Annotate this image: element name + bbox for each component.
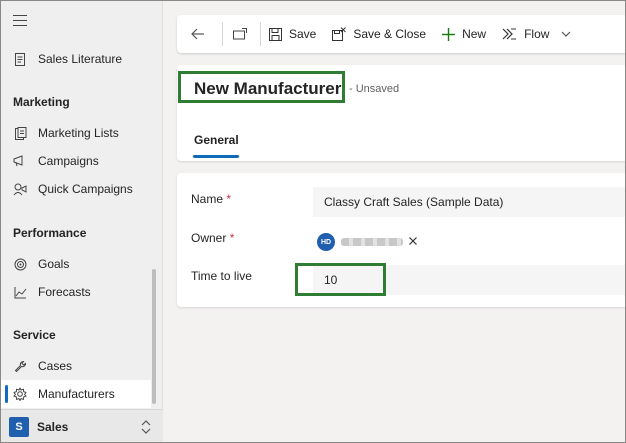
sidebar-item-cases[interactable]: Cases bbox=[1, 352, 151, 380]
ttl-label: Time to live bbox=[191, 269, 252, 283]
tab-selected-indicator bbox=[193, 155, 239, 158]
name-label-text: Name bbox=[191, 192, 224, 206]
highlight-box-title bbox=[178, 71, 345, 103]
chevron-down-icon bbox=[561, 31, 571, 38]
back-button[interactable] bbox=[177, 15, 222, 53]
arrow-left-icon bbox=[191, 28, 205, 40]
line-chart-icon bbox=[13, 285, 27, 299]
name-label: Name * bbox=[191, 192, 231, 206]
hamburger-menu-icon[interactable] bbox=[13, 15, 27, 30]
megaphone-icon bbox=[13, 154, 27, 168]
new-label: New bbox=[462, 27, 487, 41]
new-button[interactable]: New bbox=[434, 15, 494, 53]
group-label-performance: Performance bbox=[13, 226, 87, 240]
form-section-general: Name * Classy Craft Sales (Sample Data) … bbox=[177, 173, 625, 307]
sidebar-item-label: Goals bbox=[38, 257, 70, 271]
open-in-new-window-icon bbox=[233, 28, 247, 40]
sidebar-item-manufacturers[interactable]: Manufacturers bbox=[1, 380, 151, 408]
tab-general[interactable]: General bbox=[194, 133, 239, 147]
target-icon bbox=[13, 257, 27, 271]
sidebar-item-quick-campaigns[interactable]: Quick Campaigns bbox=[1, 175, 151, 203]
save-label: Save bbox=[289, 27, 317, 41]
area-badge: S bbox=[9, 417, 29, 437]
sidebar-scrollbar[interactable] bbox=[152, 269, 156, 404]
wrench-icon bbox=[13, 359, 27, 373]
save-button[interactable]: Save bbox=[261, 15, 324, 53]
flow-button[interactable]: Flow bbox=[494, 15, 579, 53]
sidebar-item-label: Marketing Lists bbox=[38, 126, 119, 140]
owner-lookup-chip[interactable]: HD bbox=[317, 231, 417, 253]
sidebar-item-label: Manufacturers bbox=[38, 387, 115, 401]
avatar: HD bbox=[317, 233, 335, 251]
area-switcher[interactable]: S Sales bbox=[1, 409, 163, 442]
sidebar-item-label: Quick Campaigns bbox=[38, 182, 133, 196]
close-icon[interactable] bbox=[409, 236, 417, 248]
record-header: New Manufacturer - Unsaved General bbox=[177, 65, 625, 161]
owner-label: Owner * bbox=[191, 231, 234, 245]
required-marker: * bbox=[229, 231, 235, 245]
save-status: - Unsaved bbox=[349, 83, 400, 95]
sidebar-item-forecasts[interactable]: Forecasts bbox=[1, 278, 151, 306]
sidebar: Sales Literature Marketing Marketing Lis… bbox=[1, 1, 163, 442]
flow-label: Flow bbox=[524, 27, 550, 41]
command-bar: Save Save & Close New Flow bbox=[177, 15, 625, 53]
flow-icon bbox=[502, 28, 517, 40]
open-new-window-button[interactable] bbox=[223, 15, 260, 53]
save-icon bbox=[269, 27, 282, 41]
quick-campaign-icon bbox=[13, 182, 27, 196]
highlight-box-ttl bbox=[295, 263, 386, 296]
document-icon bbox=[13, 52, 27, 66]
group-label-marketing: Marketing bbox=[13, 95, 70, 109]
owner-name-redacted bbox=[341, 238, 403, 246]
sidebar-item-label: Forecasts bbox=[38, 285, 91, 299]
sidebar-item-goals[interactable]: Goals bbox=[1, 250, 151, 278]
sidebar-item-label: Sales Literature bbox=[38, 52, 123, 66]
plus-icon bbox=[442, 27, 456, 41]
save-and-close-icon bbox=[332, 27, 347, 41]
required-marker: * bbox=[226, 192, 232, 206]
owner-label-text: Owner bbox=[191, 231, 227, 245]
save-and-close-label: Save & Close bbox=[353, 27, 427, 41]
chevron-up-down-icon bbox=[141, 419, 151, 436]
sidebar-item-marketing-lists[interactable]: Marketing Lists bbox=[1, 119, 151, 147]
sidebar-item-campaigns[interactable]: Campaigns bbox=[1, 147, 151, 175]
area-name: Sales bbox=[37, 420, 69, 434]
sidebar-item-label: Campaigns bbox=[38, 154, 99, 168]
app-window: Sales Literature Marketing Marketing Lis… bbox=[0, 0, 626, 443]
group-label-service: Service bbox=[13, 328, 56, 342]
sidebar-item-sales-literature[interactable]: Sales Literature bbox=[1, 45, 151, 73]
list-document-icon bbox=[13, 126, 27, 140]
main-content: Save Save & Close New Flow New Manufactu… bbox=[163, 1, 625, 442]
save-and-close-button[interactable]: Save & Close bbox=[324, 15, 434, 53]
name-field[interactable]: Classy Craft Sales (Sample Data) bbox=[313, 187, 625, 217]
sidebar-item-label: Cases bbox=[38, 359, 73, 373]
gear-icon bbox=[13, 387, 27, 401]
